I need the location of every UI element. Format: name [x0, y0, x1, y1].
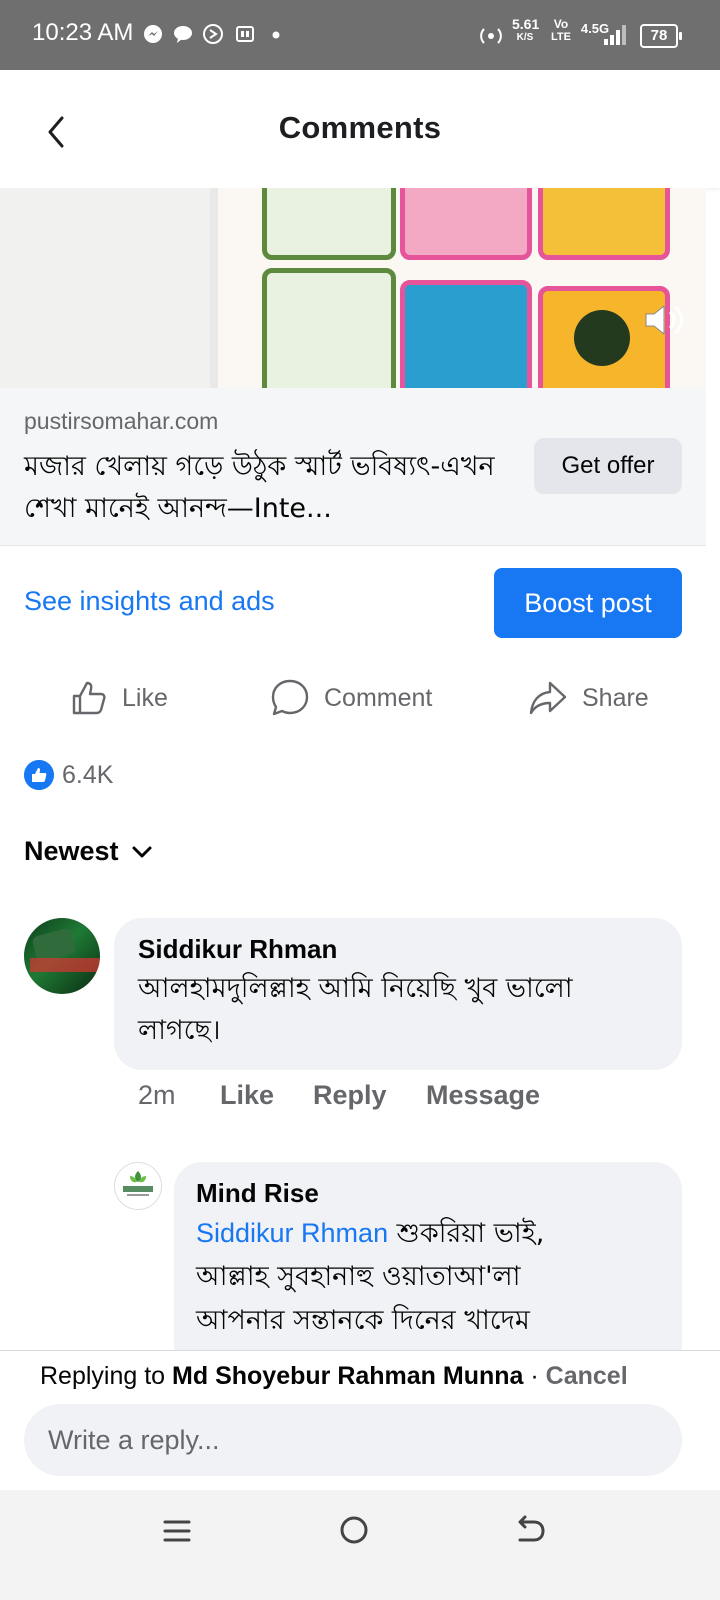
share-button[interactable]: Share: [528, 676, 649, 720]
battery-indicator: 78: [640, 24, 682, 48]
app-header: Comments: [0, 70, 720, 188]
replying-to-banner: Replying to Md Shoyebur Rahman Munna · C…: [40, 1362, 628, 1390]
mind-rise-logo-icon[interactable]: [114, 1162, 162, 1210]
volte-indicator: Vo LTE: [551, 17, 571, 44]
comment-time: 2m: [138, 1080, 176, 1110]
home-icon[interactable]: [336, 1512, 372, 1548]
like-button[interactable]: Like: [70, 676, 168, 720]
like-label: Like: [122, 683, 168, 712]
ad-domain: pustirsomahar.com: [24, 408, 219, 434]
hotspot-icon: [480, 28, 502, 44]
status-time: 10:23 AM: [32, 19, 134, 46]
thumbs-up-icon: [72, 681, 106, 715]
reply-text-line-2: আল্লাহ সুবহানাহু ওয়াতাআ'লা: [196, 1261, 521, 1292]
comment-author[interactable]: Siddikur Rhman: [138, 934, 337, 965]
like-reaction-icon: [24, 760, 54, 790]
avatar[interactable]: [24, 918, 100, 994]
volume-icon[interactable]: [640, 298, 684, 342]
book-page-image: [0, 188, 210, 388]
mention-link[interactable]: Siddikur Rhman: [196, 1218, 388, 1248]
get-offer-button[interactable]: Get offer: [534, 438, 682, 494]
boost-post-button[interactable]: Boost post: [494, 568, 682, 638]
comment-like-button[interactable]: Like: [220, 1080, 274, 1111]
comment-text: আলহামদুলিল্লাহ আমি নিয়েছি খুব ভালো লাগছ…: [138, 973, 573, 1046]
messenger-icon: [144, 25, 162, 43]
vpn-icon: [203, 24, 223, 44]
reply-author[interactable]: Mind Rise: [196, 1178, 319, 1209]
reply-bubble[interactable]: Mind Rise Siddikur Rhman শুকরিয়া ভাই, আ…: [174, 1162, 682, 1362]
sort-dropdown[interactable]: Newest: [24, 836, 153, 867]
sort-label: Newest: [24, 836, 119, 866]
cancel-reply-button[interactable]: Cancel: [546, 1362, 628, 1390]
comment-button[interactable]: Comment: [270, 676, 432, 720]
network-speed: 5.61 K/S: [512, 16, 540, 43]
share-label: Share: [582, 683, 649, 712]
comment-message-button[interactable]: Message: [426, 1080, 540, 1111]
comment-label: Comment: [324, 683, 433, 712]
signal-icon: [604, 25, 626, 45]
ad-headline: মজার খেলায় গড়ে উঠুক স্মার্ট ভবিষ্যৎ-এখ…: [24, 451, 495, 524]
ad-video[interactable]: [0, 188, 706, 388]
system-nav-bar: [0, 1490, 720, 1600]
status-bar: 10:23 AM 5.61 K/S Vo LTE 4.5G 78: [0, 0, 720, 70]
comment-reply-button[interactable]: Reply: [313, 1080, 387, 1111]
reply-text-line-1: Siddikur Rhman শুকরিয়া ভাই,: [196, 1218, 545, 1249]
chevron-down-icon: [132, 846, 152, 857]
replying-to-name: Md Shoyebur Rahman Munna: [172, 1362, 524, 1390]
share-arrow-icon: [529, 681, 567, 715]
menu-icon[interactable]: [160, 1514, 194, 1548]
reply-input[interactable]: Write a reply...: [24, 1404, 682, 1476]
reaction-count[interactable]: 6.4K: [62, 761, 113, 790]
chat-icon: [174, 26, 192, 43]
reply-text-line-3: আপনার সন্তানকে দিনের খাদেম: [196, 1305, 530, 1336]
app-notification-icon: [236, 26, 254, 42]
back-icon[interactable]: [512, 1514, 548, 1548]
comment-bubble[interactable]: Siddikur Rhman আলহামদুলিল্লাহ আমি নিয়েছ…: [114, 918, 682, 1070]
see-insights-link[interactable]: See insights and ads: [24, 586, 275, 617]
comment-bubble-icon: [271, 679, 309, 716]
more-notifications-dot-icon: [272, 31, 280, 39]
learning-board-image: [218, 188, 706, 388]
page-title: Comments: [278, 110, 442, 145]
